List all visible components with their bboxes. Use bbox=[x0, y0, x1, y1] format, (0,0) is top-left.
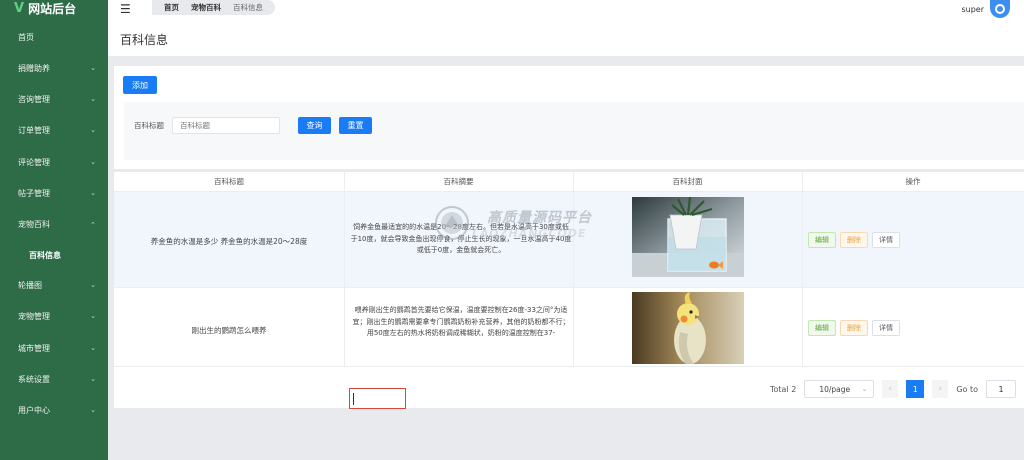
filter-card: 添加 百科标题 查询 重置 bbox=[114, 66, 1024, 169]
user-icon bbox=[995, 4, 1005, 14]
column-header-actions: 操作 bbox=[802, 172, 1024, 192]
top-bar: ☰ 首页 宠物百科 百科信息 super bbox=[108, 0, 1024, 18]
logo-v-icon: V bbox=[14, 0, 25, 16]
sidebar-item-label: 捐赠助养 bbox=[18, 63, 50, 73]
cockatiel-image bbox=[632, 292, 744, 364]
edit-button[interactable]: 编辑 bbox=[808, 232, 836, 248]
column-divider bbox=[802, 172, 803, 367]
sidebar-item-home[interactable]: 首页 bbox=[0, 27, 108, 47]
chevron-down-icon: ⌄ bbox=[90, 158, 96, 166]
reset-button[interactable]: 重置 bbox=[339, 117, 372, 134]
page-title: 百科信息 bbox=[120, 33, 169, 47]
table-row: 刚出生的鹦鹉怎么喂养 喂养刚出生的鹦鹉首先要给它保温，温度要控制在26度-33之… bbox=[114, 288, 1024, 367]
cockatiel-image-art bbox=[632, 292, 744, 364]
sidebar-item-label: 宠物百科 bbox=[18, 219, 50, 229]
sidebar-item-label: 城市管理 bbox=[18, 343, 50, 353]
query-button[interactable]: 查询 bbox=[298, 117, 331, 134]
chevron-down-icon: ⌄ bbox=[90, 375, 96, 383]
row-actions: 编辑 删除 详情 bbox=[808, 320, 900, 336]
sidebar-item-label: 订单管理 bbox=[18, 125, 50, 135]
title-filter-label: 百科标题 bbox=[134, 121, 164, 130]
row-actions: 编辑 删除 详情 bbox=[808, 232, 900, 248]
sidebar-item-label: 评论管理 bbox=[18, 157, 50, 167]
chevron-down-icon: ⌄ bbox=[90, 344, 96, 352]
column-header-summary: 百科摘要 bbox=[344, 172, 573, 192]
username: super bbox=[961, 4, 984, 14]
sidebar-item-label: 轮播图 bbox=[18, 280, 42, 290]
app-title: 网站后台 bbox=[28, 1, 77, 16]
sidebar-item-posts[interactable]: 帖子管理 ⌄ bbox=[0, 183, 108, 203]
goldfish-tank-image bbox=[632, 197, 744, 277]
page-header: 百科信息 bbox=[108, 18, 1024, 56]
avatar[interactable] bbox=[990, 0, 1010, 18]
page-size-select[interactable]: 10/page ⌄ bbox=[804, 380, 875, 398]
detail-button[interactable]: 详情 bbox=[872, 320, 900, 336]
user-menu[interactable]: super bbox=[961, 0, 1010, 18]
table-row: 养金鱼的水温是多少 养金鱼的水温是20～28度 饲养金鱼最适宜的的水温是20～2… bbox=[114, 192, 1024, 288]
add-button[interactable]: 添加 bbox=[123, 76, 157, 94]
edit-button[interactable]: 编辑 bbox=[808, 320, 836, 336]
delete-button[interactable]: 删除 bbox=[840, 232, 868, 248]
column-divider bbox=[573, 172, 574, 367]
breadcrumb-home[interactable]: 首页 bbox=[158, 2, 185, 13]
sidebar-item-label: 宠物管理 bbox=[18, 311, 50, 321]
breadcrumb-pet-wiki[interactable]: 宠物百科 bbox=[185, 2, 227, 13]
text-caret bbox=[353, 393, 354, 405]
detail-button[interactable]: 详情 bbox=[872, 232, 900, 248]
sidebar-item-consult[interactable]: 咨询管理 ⌄ bbox=[0, 89, 108, 109]
page-1-button[interactable]: 1 bbox=[906, 380, 925, 398]
sidebar-item-carousel[interactable]: 轮播图 ⌄ bbox=[0, 275, 108, 295]
sidebar: V 网站后台 首页 捐赠助养 ⌄ 咨询管理 ⌄ 订单管理 ⌄ 评论管理 ⌄ 帖子… bbox=[0, 0, 108, 460]
chevron-down-icon: ⌄ bbox=[90, 126, 96, 134]
app-logo[interactable]: V 网站后台 bbox=[0, 0, 108, 16]
total-count: Total 2 bbox=[770, 384, 797, 394]
menu-toggle-icon[interactable]: ☰ bbox=[120, 2, 131, 16]
sidebar-item-label: 百科信息 bbox=[29, 250, 61, 260]
sidebar-item-label: 首页 bbox=[18, 32, 34, 42]
chevron-up-icon: ⌄ bbox=[90, 220, 96, 228]
page-size-value: 10/page bbox=[819, 384, 851, 394]
title-search-input[interactable] bbox=[172, 117, 280, 134]
row-title: 养金鱼的水温是多少 养金鱼的水温是20～28度 bbox=[150, 237, 308, 246]
sidebar-item-comments[interactable]: 评论管理 ⌄ bbox=[0, 152, 108, 172]
chevron-down-icon: ⌄ bbox=[90, 406, 96, 414]
chevron-down-icon: ⌄ bbox=[90, 95, 96, 103]
chevron-down-icon: ⌄ bbox=[90, 64, 96, 72]
sidebar-item-user-center[interactable]: 用户中心 ⌄ bbox=[0, 400, 108, 420]
breadcrumb-current: 百科信息 bbox=[233, 3, 263, 12]
chevron-down-icon: ⌄ bbox=[90, 189, 96, 197]
column-divider bbox=[344, 172, 345, 367]
sidebar-item-pet-wiki[interactable]: 宠物百科 ⌄ bbox=[0, 214, 108, 234]
column-header-cover: 百科封面 bbox=[573, 172, 802, 192]
sidebar-item-label: 帖子管理 bbox=[18, 188, 50, 198]
sidebar-item-label: 系统设置 bbox=[18, 374, 50, 384]
sidebar-item-label: 咨询管理 bbox=[18, 94, 50, 104]
prev-page-button[interactable]: ‹ bbox=[882, 380, 899, 398]
row-summary: 喂养刚出生的鹦鹉首先要给它保温，温度要控制在26度-33之间°为适宜；刚出生的鹦… bbox=[352, 306, 570, 337]
sidebar-item-orders[interactable]: 订单管理 ⌄ bbox=[0, 120, 108, 140]
delete-button[interactable]: 删除 bbox=[840, 320, 868, 336]
row-title: 刚出生的鹦鹉怎么喂养 bbox=[191, 326, 267, 335]
focused-text-input[interactable] bbox=[349, 388, 406, 409]
chevron-down-icon: ⌄ bbox=[861, 385, 868, 393]
sidebar-item-settings[interactable]: 系统设置 ⌄ bbox=[0, 369, 108, 389]
breadcrumb: 首页 宠物百科 百科信息 bbox=[152, 0, 275, 15]
goto-page-input[interactable]: 1 bbox=[986, 380, 1016, 398]
sidebar-item-donation[interactable]: 捐赠助养 ⌄ bbox=[0, 58, 108, 78]
chevron-down-icon: ⌄ bbox=[90, 312, 96, 320]
row-summary: 饲养金鱼最适宜的的水温是20～28度左右。但若是水温高于30度或低于10度，就会… bbox=[350, 223, 572, 254]
next-page-button[interactable]: › bbox=[932, 380, 949, 398]
sidebar-item-label: 用户中心 bbox=[18, 405, 50, 415]
pagination: Total 2 10/page ⌄ ‹ 1 › Go to 1 bbox=[770, 380, 1016, 398]
chevron-down-icon: ⌄ bbox=[90, 281, 96, 289]
goto-label: Go to bbox=[956, 384, 978, 394]
sidebar-item-pets[interactable]: 宠物管理 ⌄ bbox=[0, 306, 108, 326]
sidebar-item-wiki-info[interactable]: 百科信息 bbox=[0, 245, 108, 265]
column-header-title: 百科标题 bbox=[114, 172, 344, 192]
table-card: 百科标题 百科摘要 百科封面 操作 养金鱼的水温是多少 养金鱼的水温是20～28… bbox=[114, 172, 1024, 408]
goldfish-tank-image-art bbox=[632, 197, 744, 277]
sidebar-item-cities[interactable]: 城市管理 ⌄ bbox=[0, 338, 108, 358]
